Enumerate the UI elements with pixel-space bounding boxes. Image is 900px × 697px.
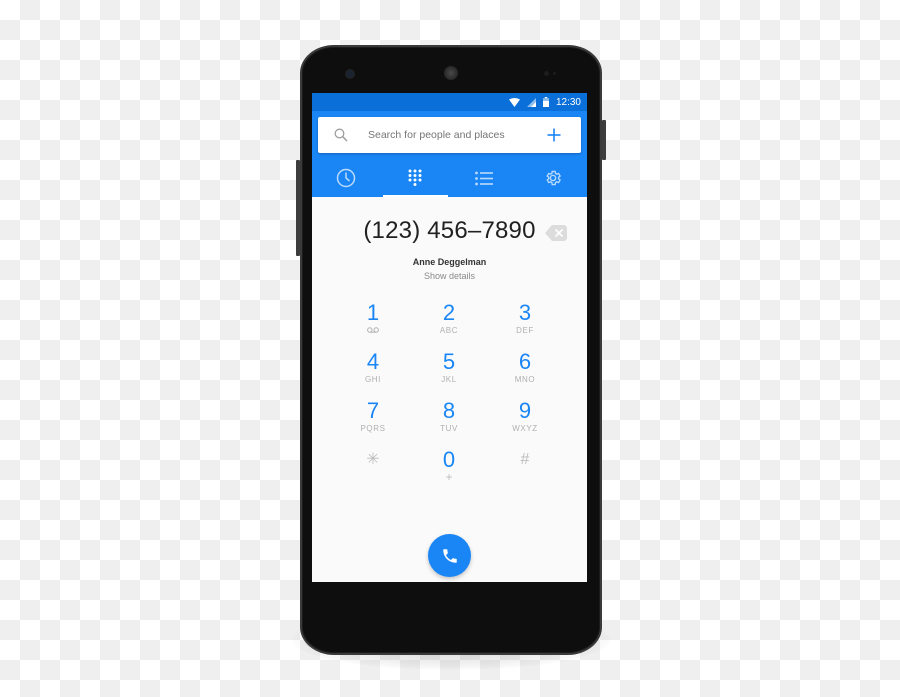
key-letters: PQRS <box>360 424 386 433</box>
front-camera <box>346 70 354 78</box>
dialer-area: (123) 456–7890 Anne Deggelman Show detai… <box>312 197 587 582</box>
backspace-icon[interactable] <box>545 225 567 241</box>
key-digit: 7 <box>366 398 380 423</box>
wifi-icon <box>508 97 520 107</box>
key-digit: 3 <box>518 300 532 325</box>
key-letters: GHI <box>364 375 382 384</box>
key-digit: 0 <box>442 447 456 472</box>
status-time: 12:30 <box>555 96 581 108</box>
earpiece-speaker <box>444 66 458 80</box>
key-digit: 9 <box>518 398 532 423</box>
key-digit: 2 <box>442 300 456 325</box>
phone-screen: 12:30 Search for people and places (123)… <box>312 93 587 582</box>
light-sensor <box>553 72 556 75</box>
search-icon <box>334 128 348 142</box>
signal-icon <box>526 97 536 107</box>
app-bar: Search for people and places <box>312 111 587 197</box>
key-letters: TUV <box>440 424 458 433</box>
search-bar[interactable]: Search for people and places <box>318 117 581 153</box>
battery-icon <box>542 97 549 107</box>
key-star[interactable]: ✳ <box>335 448 411 497</box>
key-digit: 5 <box>442 349 456 374</box>
tab-dialpad[interactable] <box>381 159 450 197</box>
key-hash[interactable]: # <box>487 448 563 497</box>
number-row: (123) 456–7890 <box>312 217 587 251</box>
key-4[interactable]: 4 GHI <box>335 350 411 399</box>
keypad: 1 2 ABC 3 DEF 4 GHI 5 JKL 6 MNO 7 PQRS 8… <box>335 301 563 497</box>
keypad-row: ✳ 0 + # <box>335 448 563 497</box>
clock-icon <box>337 168 356 188</box>
keypad-row: 7 PQRS 8 TUV 9 WXYZ <box>335 399 563 448</box>
key-5[interactable]: 5 JKL <box>411 350 487 399</box>
voicemail-icon <box>367 327 379 333</box>
key-3[interactable]: 3 DEF <box>487 301 563 350</box>
keypad-row: 4 GHI 5 JKL 6 MNO <box>335 350 563 399</box>
key-digit: 6 <box>518 349 532 374</box>
key-6[interactable]: 6 MNO <box>487 350 563 399</box>
add-icon[interactable] <box>547 128 561 142</box>
phone-icon <box>442 548 457 563</box>
key-letters: JKL <box>441 375 457 384</box>
search-input[interactable]: Search for people and places <box>368 129 547 141</box>
dialpad-icon <box>408 169 422 186</box>
status-bar: 12:30 <box>312 93 587 111</box>
key-0[interactable]: 0 + <box>411 448 487 497</box>
key-digit: ✳ <box>366 451 380 468</box>
proximity-sensor <box>544 71 549 76</box>
key-letters: ABC <box>439 326 459 335</box>
power-button <box>602 120 606 160</box>
key-digit: 4 <box>366 349 380 374</box>
tab-contacts[interactable] <box>450 159 519 197</box>
key-letters: MNO <box>514 375 536 384</box>
key-2[interactable]: 2 ABC <box>411 301 487 350</box>
contact-name: Anne Deggelman <box>412 257 487 267</box>
key-letters: WXYZ <box>512 424 538 433</box>
tab-bar <box>312 159 587 197</box>
key-digit: 1 <box>366 300 380 325</box>
list-icon <box>474 171 493 185</box>
keypad-row: 1 2 ABC 3 DEF <box>335 301 563 350</box>
key-letters: DEF <box>516 326 534 335</box>
key-digit: # <box>520 451 530 468</box>
tab-recents[interactable] <box>312 159 381 197</box>
key-digit: 8 <box>442 398 456 423</box>
key-9[interactable]: 9 WXYZ <box>487 399 563 448</box>
show-details-link[interactable]: Show details <box>312 271 587 281</box>
key-7[interactable]: 7 PQRS <box>335 399 411 448</box>
gear-icon <box>545 170 561 186</box>
tab-settings[interactable] <box>518 159 587 197</box>
key-letters: + <box>445 470 453 484</box>
call-button[interactable] <box>428 534 471 577</box>
key-1[interactable]: 1 <box>335 301 411 350</box>
key-8[interactable]: 8 TUV <box>411 399 487 448</box>
